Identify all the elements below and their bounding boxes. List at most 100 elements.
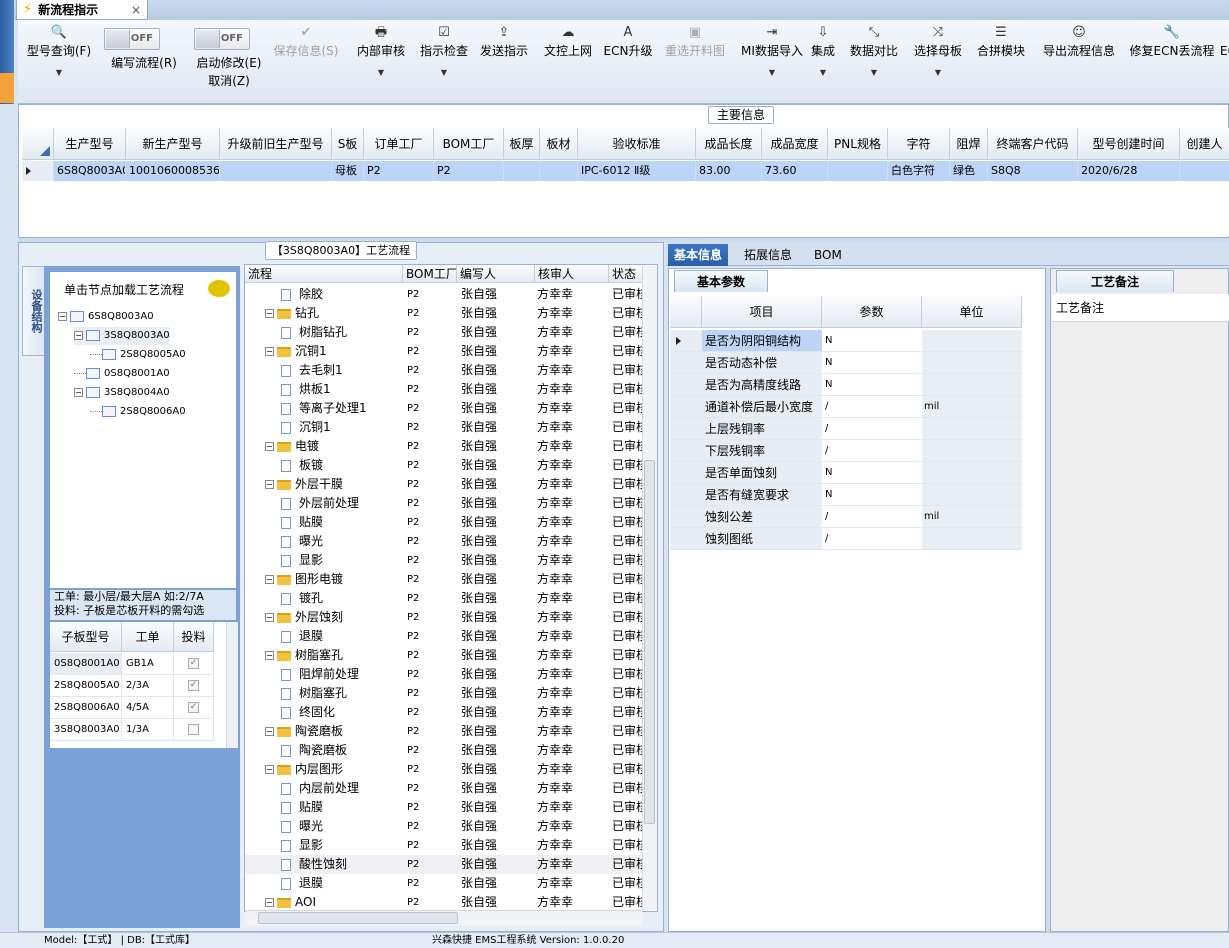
main-col-header[interactable]: 板厚 (504, 128, 540, 160)
param-value[interactable]: / (822, 396, 922, 418)
feed-checkbox[interactable]: ✓ (188, 679, 199, 691)
toolbar-item-10[interactable]: ⇥ MI数据导入 ▼ (734, 20, 810, 104)
flow-step-cell[interactable]: 阻焊前处理 (281, 665, 403, 684)
flow-row[interactable]: − 树脂塞孔 P2 张自强 方幸幸 已审核 (245, 646, 645, 665)
main-col-header[interactable]: 生产型号 (54, 128, 126, 160)
toolbar-item-15[interactable]: ☺ 导出流程信息 (1038, 20, 1120, 104)
toolbar-item-12[interactable]: ⤡ 数据对比 ▼ (846, 20, 902, 104)
sub-board-model[interactable]: 2S8Q8005A0 (50, 675, 122, 697)
toolbar-item-0[interactable]: 🔍 型号查询(F) ▼ (22, 20, 96, 104)
flow-row[interactable]: − 陶瓷磨板 P2 张自强 方幸幸 已审核 (245, 722, 645, 741)
main-col-header[interactable]: 阻焊 (950, 128, 988, 160)
tree-node[interactable]: 0S8Q8001A0 (74, 365, 170, 383)
tab-bom[interactable]: BOM (808, 244, 848, 266)
flow-step-cell[interactable]: − 图形电镀 (265, 570, 403, 589)
flow-step-cell[interactable]: 曝光 (281, 817, 403, 836)
flow-row[interactable]: 终固化 P2 张自强 方幸幸 已审核 (245, 703, 645, 722)
param-row[interactable]: 是否为高精度线路 N (670, 374, 1044, 396)
flow-step-cell[interactable]: 树脂塞孔 (281, 684, 403, 703)
flow-step-cell[interactable]: − 树脂塞孔 (265, 646, 403, 665)
tree-collapse-icon[interactable]: − (74, 330, 83, 340)
flow-row[interactable]: 贴膜 P2 张自强 方幸幸 已审核 (245, 798, 645, 817)
flow-step-cell[interactable]: 贴膜 (281, 513, 403, 532)
feed-checkbox[interactable]: ✓ (188, 657, 199, 669)
param-col-header[interactable]: 单位 (922, 296, 1022, 328)
sub-col-header[interactable]: 工单 (122, 622, 174, 652)
param-col-header[interactable]: 参数 (822, 296, 922, 328)
flow-step-cell[interactable]: 显影 (281, 836, 403, 855)
main-col-header[interactable]: PNL规格 (828, 128, 888, 160)
main-cell[interactable]: 白色字符 (888, 161, 950, 181)
flow-step-cell[interactable]: − 陶瓷磨板 (265, 722, 403, 741)
sub-col-header[interactable]: 子板型号 (50, 622, 122, 652)
dropdown-arrow-icon[interactable]: ▼ (769, 68, 775, 77)
flow-row[interactable]: − 电镀 P2 张自强 方幸幸 已审核 (245, 437, 645, 456)
flow-step-cell[interactable]: − 外层蚀刻 (265, 608, 403, 627)
sub-board-wo[interactable]: 2/3A (122, 675, 174, 697)
tree-collapse-icon[interactable]: − (58, 311, 67, 321)
flow-row[interactable]: 曝光 P2 张自强 方幸幸 已审核 (245, 532, 645, 551)
flow-row[interactable]: 树脂钻孔 P2 张自强 方幸幸 已审核 (245, 323, 645, 342)
main-col-header[interactable]: 订单工厂 (364, 128, 434, 160)
sub-board-feed[interactable]: ✓ (174, 697, 214, 719)
flow-step-cell[interactable]: 镀孔 (281, 589, 403, 608)
flow-row[interactable]: 等离子处理1 P2 张自强 方幸幸 已审核 (245, 399, 645, 418)
main-cell[interactable]: 6S8Q8003A0 (54, 161, 126, 181)
flow-step-cell[interactable]: − 沉铜1 (265, 342, 403, 361)
flow-row[interactable]: 内层前处理 P2 张自强 方幸幸 已审核 (245, 779, 645, 798)
main-col-header[interactable]: 终端客户代码 (988, 128, 1078, 160)
toolbar-item-16[interactable]: 🔧 修复ECN丢流程 (1124, 20, 1220, 104)
main-cell[interactable]: 母板 (332, 161, 364, 181)
flow-step-cell[interactable]: 退膜 (281, 627, 403, 646)
flow-col-header[interactable]: 核审人 (535, 265, 609, 283)
flow-row[interactable]: − 沉铜1 P2 张自强 方幸幸 已审核 (245, 342, 645, 361)
side-tab-structure[interactable]: 设备结构 (22, 266, 44, 356)
param-row[interactable]: 是否动态补偿 N (670, 352, 1044, 374)
flow-row[interactable]: 阻焊前处理 P2 张自强 方幸幸 已审核 (245, 665, 645, 684)
toolbar-item-14[interactable]: ☰ 合拼模块 (975, 20, 1027, 104)
dropdown-arrow-icon[interactable]: ▼ (871, 68, 877, 77)
flow-row[interactable]: − 内层图形 P2 张自强 方幸幸 已审核 (245, 760, 645, 779)
main-cell[interactable]: P2 (434, 161, 504, 181)
param-value[interactable]: N (822, 462, 922, 484)
flow-row[interactable]: − 外层干膜 P2 张自强 方幸幸 已审核 (245, 475, 645, 494)
tree-collapse-icon[interactable]: − (265, 727, 274, 736)
toggle-switch[interactable]: OFF (194, 28, 250, 50)
flow-row[interactable]: 退膜 P2 张自强 方幸幸 已审核 (245, 874, 645, 893)
main-cell[interactable]: IPC-6012 Ⅱ级 (578, 161, 696, 181)
tree-node[interactable]: − 6S8Q8003A0 (58, 308, 154, 326)
main-cell[interactable] (828, 161, 888, 181)
toolbar-item-3[interactable]: ✔ 保存信息(S) (270, 20, 342, 104)
tree-node[interactable]: 2S8Q8005A0 (90, 346, 186, 364)
dropdown-arrow-icon[interactable]: ▼ (441, 68, 447, 77)
flow-row[interactable]: 去毛刺1 P2 张自强 方幸幸 已审核 (245, 361, 645, 380)
tree-collapse-icon[interactable]: − (74, 387, 83, 397)
flow-step-cell[interactable]: − 内层图形 (265, 760, 403, 779)
flow-vertical-scroll-thumb[interactable] (644, 460, 655, 824)
main-col-header[interactable]: 板材 (540, 128, 578, 160)
param-row[interactable]: 蚀刻公差 / mil (670, 506, 1044, 528)
param-value[interactable]: / (822, 528, 922, 550)
flow-row[interactable]: 酸性蚀刻 P2 张自强 方幸幸 已审核 (245, 855, 645, 874)
flow-row[interactable]: 显影 P2 张自强 方幸幸 已审核 (245, 836, 645, 855)
dropdown-arrow-icon[interactable]: ▼ (56, 68, 62, 77)
flow-step-cell[interactable]: 酸性蚀刻 (281, 855, 403, 874)
dropdown-arrow-icon[interactable]: ▼ (935, 68, 941, 77)
tree-collapse-icon[interactable]: − (265, 575, 274, 584)
flow-col-header[interactable]: 流程 (245, 265, 403, 283)
flow-horizontal-scroll-thumb[interactable] (258, 912, 458, 924)
tree-node[interactable]: − 3S8Q8004A0 (74, 384, 170, 402)
flow-row[interactable]: 陶瓷磨板 P2 张自强 方幸幸 已审核 (245, 741, 645, 760)
param-value[interactable]: N (822, 352, 922, 374)
sub-board-model[interactable]: 0S8Q8001A0 (50, 653, 122, 675)
sub-col-header[interactable]: 投料 (174, 622, 214, 652)
flow-row[interactable]: 除胶 P2 张自强 方幸幸 已审核 (245, 285, 645, 304)
flow-row[interactable]: 贴膜 P2 张自强 方幸幸 已审核 (245, 513, 645, 532)
flow-col-header[interactable]: 编写人 (457, 265, 535, 283)
param-row[interactable]: 是否为阴阳铜结构 N (670, 330, 1044, 352)
dropdown-arrow-icon[interactable]: ▼ (378, 68, 384, 77)
param-value[interactable]: / (822, 418, 922, 440)
main-col-header[interactable]: 创建人 (1180, 128, 1229, 160)
main-cell[interactable]: 10010600085362 (126, 161, 220, 181)
feed-checkbox[interactable]: ✓ (188, 701, 199, 713)
